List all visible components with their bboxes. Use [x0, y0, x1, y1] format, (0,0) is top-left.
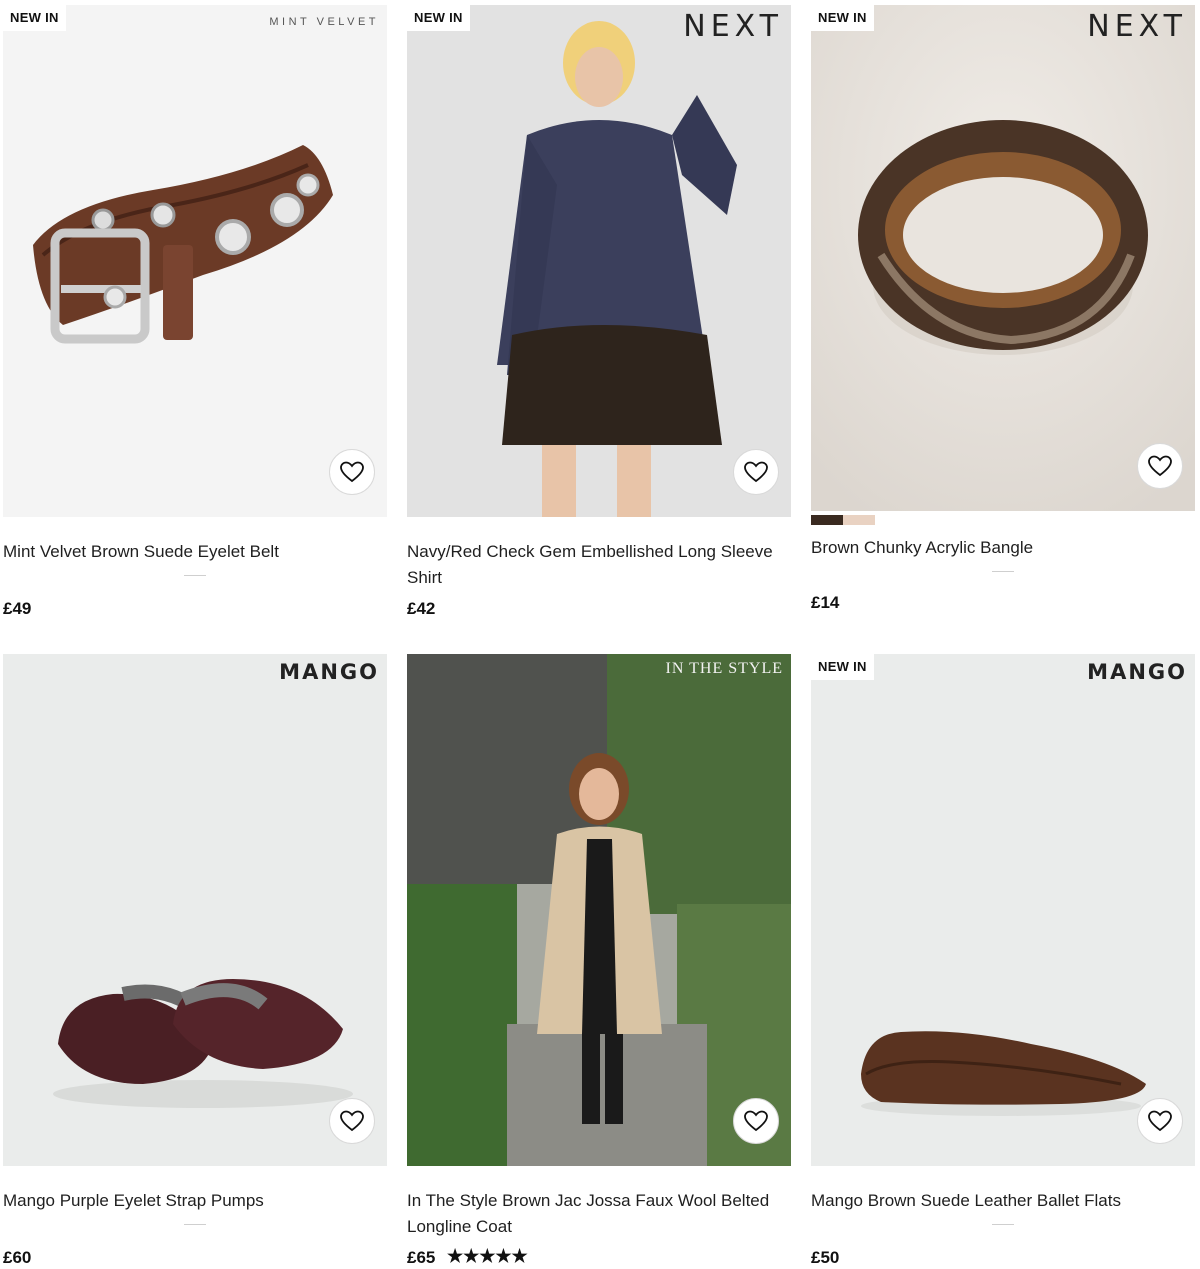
favourite-button[interactable]: [329, 1098, 375, 1144]
product-image[interactable]: NEW IN NEXT: [407, 5, 791, 517]
divider: [184, 575, 206, 576]
model-illustration: [407, 5, 791, 517]
product-title[interactable]: Mint Velvet Brown Suede Eyelet Belt: [3, 539, 387, 565]
heart-icon: [340, 461, 364, 483]
product-image[interactable]: MANGO: [3, 654, 387, 1166]
favourite-button[interactable]: [733, 1098, 779, 1144]
product-card[interactable]: NEW IN NEXT Navy/Red Check Gem Embellish…: [407, 5, 791, 618]
brand-logo: MINT VELVET: [269, 16, 379, 28]
product-title[interactable]: Mango Purple Eyelet Strap Pumps: [3, 1188, 387, 1214]
product-price: £14: [811, 593, 840, 612]
brand-logo: NEXT: [683, 9, 783, 44]
new-in-badge: NEW IN: [811, 654, 874, 680]
colour-swatches: [811, 515, 1195, 525]
heart-icon: [1148, 1110, 1172, 1132]
heart-icon: [744, 461, 768, 483]
model-illustration: [407, 654, 791, 1166]
product-price: £65 ★★★★★: [407, 1246, 528, 1268]
product-card[interactable]: MANGO Mango Purple Eyelet Strap Pumps £6…: [3, 654, 387, 1267]
colour-swatch[interactable]: [843, 515, 875, 525]
favourite-button[interactable]: [1137, 443, 1183, 489]
product-title[interactable]: Mango Brown Suede Leather Ballet Flats: [811, 1188, 1195, 1214]
product-price: £49: [3, 599, 32, 618]
divider: [184, 1224, 206, 1225]
product-title[interactable]: In The Style Brown Jac Jossa Faux Wool B…: [407, 1188, 791, 1240]
divider: [992, 1224, 1014, 1225]
price-value: £65: [407, 1248, 436, 1267]
product-price: £42: [407, 599, 436, 618]
favourite-button[interactable]: [1137, 1098, 1183, 1144]
product-card[interactable]: NEW IN MINT VELVET Mint Velvet Brown Sue…: [3, 5, 387, 618]
product-image[interactable]: IN THE STYLE: [407, 654, 791, 1166]
product-card[interactable]: IN THE STYLE In The Style Brown Jac Joss…: [407, 654, 791, 1267]
product-image[interactable]: NEW IN NEXT: [811, 5, 1195, 511]
brand-logo: MANGO: [1087, 660, 1187, 684]
brand-logo: IN THE STYLE: [665, 660, 783, 677]
divider: [992, 571, 1014, 572]
product-image[interactable]: NEW IN MINT VELVET: [3, 5, 387, 517]
product-card[interactable]: NEW IN NEXT Brown Chunky Acrylic Bangle …: [811, 5, 1195, 612]
pumps-illustration: [53, 979, 353, 1108]
brand-logo: NEXT: [1087, 9, 1187, 44]
product-title[interactable]: Navy/Red Check Gem Embellished Long Slee…: [407, 539, 791, 591]
heart-icon: [340, 1110, 364, 1132]
brand-logo: MANGO: [279, 660, 379, 684]
product-price: £60: [3, 1248, 32, 1267]
heart-icon: [744, 1110, 768, 1132]
colour-swatch[interactable]: [811, 515, 843, 525]
belt-illustration: [33, 145, 333, 344]
product-price: £50: [811, 1248, 840, 1267]
product-title[interactable]: Brown Chunky Acrylic Bangle: [811, 535, 1195, 561]
product-card[interactable]: NEW IN MANGO Mango Brown Suede Leather B…: [811, 654, 1195, 1267]
rating-stars: ★★★★★: [447, 1246, 528, 1266]
favourite-button[interactable]: [329, 449, 375, 495]
new-in-badge: NEW IN: [407, 5, 470, 31]
new-in-badge: NEW IN: [3, 5, 66, 31]
heart-icon: [1148, 455, 1172, 477]
product-image[interactable]: NEW IN MANGO: [811, 654, 1195, 1166]
favourite-button[interactable]: [733, 449, 779, 495]
flats-illustration: [861, 1031, 1146, 1116]
new-in-badge: NEW IN: [811, 5, 874, 31]
bangle-illustration: [811, 5, 1195, 511]
